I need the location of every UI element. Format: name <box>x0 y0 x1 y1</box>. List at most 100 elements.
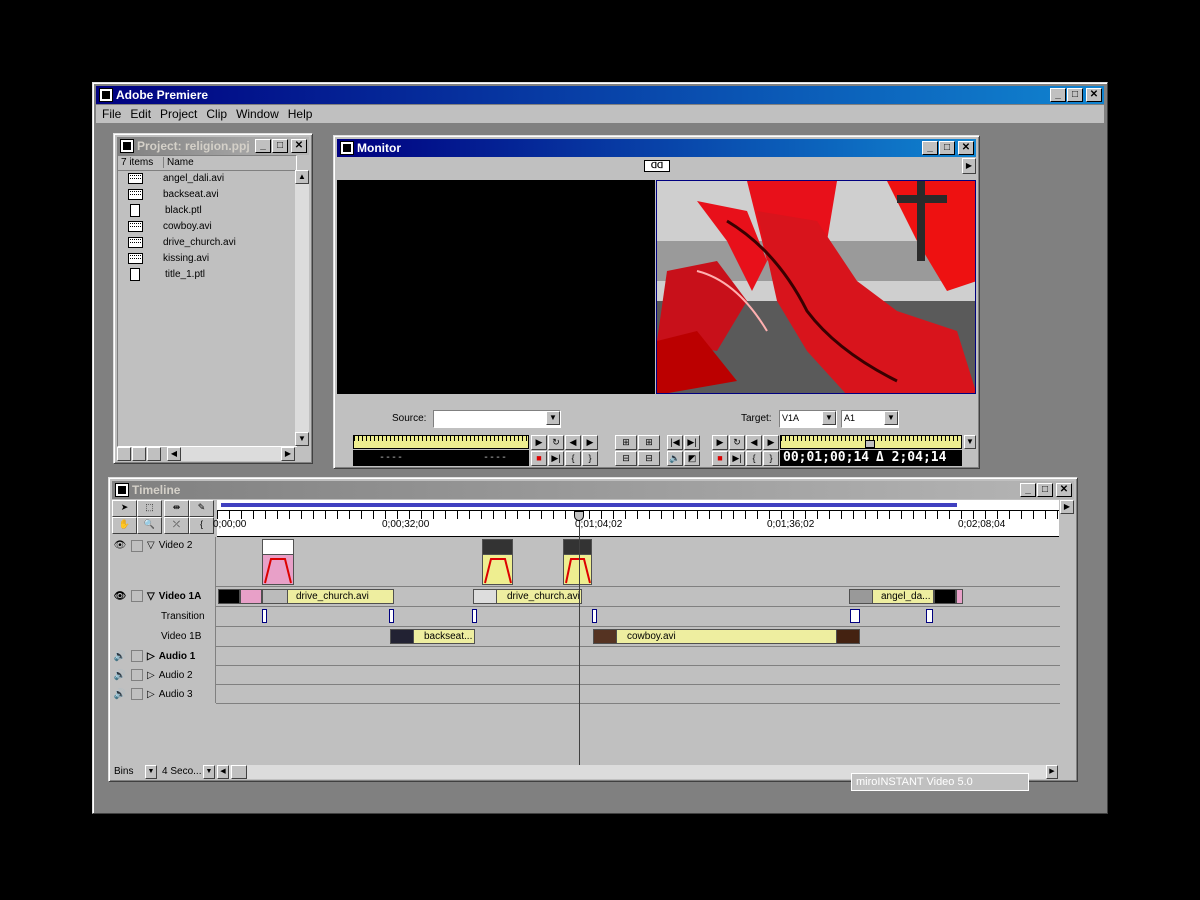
lift-button[interactable]: ⊟ <box>615 451 637 466</box>
zoom-dropdown-arrow[interactable]: ▼ <box>203 765 215 779</box>
program-playhead-handle[interactable] <box>865 440 875 448</box>
source-step-forward-button[interactable]: ▶ <box>582 435 598 450</box>
program-mark-in-button[interactable]: { <box>746 451 762 466</box>
timeline-scroll-right-button[interactable]: ▶ <box>1046 765 1058 779</box>
trim-mode-button[interactable]: ◩ <box>684 451 700 466</box>
transition-marker[interactable] <box>262 609 267 623</box>
insert-button[interactable]: ⊞ <box>615 435 637 450</box>
list-item[interactable]: kissing.avi <box>128 250 209 266</box>
expand-triangle-icon[interactable]: ▽ <box>147 591 155 602</box>
transition-marker[interactable] <box>592 609 597 623</box>
monitor-menu-arrow[interactable]: ▶ <box>962 158 976 174</box>
expand-triangle-icon[interactable]: ▷ <box>147 670 155 681</box>
menu-project[interactable]: Project <box>160 107 197 121</box>
source-stop-button[interactable]: ■ <box>531 451 547 466</box>
transition-marker[interactable] <box>850 609 860 623</box>
selection-tool-icon[interactable]: ➤ <box>112 500 137 517</box>
lock-box[interactable] <box>131 688 143 700</box>
eye-icon[interactable]: 👁 <box>113 540 127 551</box>
source-mark-out-button[interactable]: } <box>582 451 598 466</box>
clip-drive-church-2[interactable]: drive_church.avi <box>473 589 582 604</box>
video2-clip[interactable] <box>482 539 513 585</box>
menu-file[interactable]: File <box>102 107 121 121</box>
target-video-dropdown[interactable]: V1A ▼ <box>779 410 837 428</box>
program-loop-button[interactable]: ↻ <box>729 435 745 450</box>
black-clip[interactable] <box>934 589 956 604</box>
video2-clip[interactable] <box>563 539 592 585</box>
work-area-bar[interactable] <box>217 500 1059 511</box>
transition-marker[interactable] <box>472 609 477 623</box>
clip-angel-dali[interactable]: angel_da... <box>849 589 934 604</box>
source-loop-button[interactable]: ↻ <box>548 435 564 450</box>
black-clip[interactable] <box>218 589 240 604</box>
source-mark-in-button[interactable]: { <box>565 451 581 466</box>
monitor-maximize-button[interactable]: □ <box>939 141 955 155</box>
timeline-menu-arrow[interactable]: ▶ <box>1060 500 1074 514</box>
list-item[interactable]: title_1.ptl <box>128 266 205 282</box>
program-view[interactable] <box>656 180 976 394</box>
timeline-scroll-thumb[interactable] <box>231 765 247 779</box>
source-play-button[interactable]: ▶ <box>531 435 547 450</box>
scroll-down-button[interactable]: ▼ <box>295 432 309 446</box>
maximize-button[interactable]: □ <box>1067 88 1083 102</box>
menu-window[interactable]: Window <box>236 107 279 121</box>
horizontal-scrollbar[interactable] <box>181 447 281 461</box>
audio-toggle-button[interactable]: 🔈 <box>667 451 683 466</box>
track-header-transition[interactable]: Transition <box>113 607 215 625</box>
hand-tool-icon[interactable]: ✋ <box>112 517 137 534</box>
monitor-close-button[interactable]: ✕ <box>958 141 974 155</box>
timeline-scroll-left-button[interactable]: ◀ <box>217 765 229 779</box>
program-stop-button[interactable]: ■ <box>712 451 728 466</box>
speaker-icon[interactable]: 🔊 <box>113 689 127 700</box>
expand-triangle-icon[interactable]: ▽ <box>147 540 155 551</box>
track-header-video2[interactable]: 👁 ▽ Video 2 <box>113 537 215 588</box>
track-header-video1b[interactable]: Video 1B <box>113 627 215 645</box>
source-play-to-out-button[interactable]: ▶| <box>548 451 564 466</box>
previous-edit-button[interactable]: |◀ <box>667 435 683 450</box>
list-item[interactable]: backseat.avi <box>128 186 219 202</box>
pink-clip[interactable] <box>956 589 963 604</box>
lock-box[interactable] <box>131 669 143 681</box>
list-view-button[interactable] <box>147 447 161 461</box>
transition-marker[interactable] <box>926 609 933 623</box>
expand-triangle-icon[interactable]: ▷ <box>147 689 155 700</box>
monitor-mode-badge[interactable]: ᗡᗡ <box>644 160 670 172</box>
program-step-forward-button[interactable]: ▶ <box>763 435 779 450</box>
pink-clip[interactable] <box>240 589 262 604</box>
program-step-back-button[interactable]: ◀ <box>746 435 762 450</box>
timeline-close-button[interactable]: ✕ <box>1056 483 1072 497</box>
project-minimize-button[interactable]: _ <box>255 139 271 153</box>
zoom-level[interactable]: 4 Seco... <box>162 766 201 777</box>
program-mark-out-button[interactable]: } <box>763 451 779 466</box>
clip-backseat[interactable]: backseat... <box>390 629 475 644</box>
program-menu-arrow[interactable]: ▼ <box>964 435 976 449</box>
playhead-handle[interactable] <box>574 511 584 521</box>
timeline-minimize-button[interactable]: _ <box>1020 483 1036 497</box>
source-jog-bar[interactable] <box>353 435 529 449</box>
chevron-down-icon[interactable]: ▼ <box>546 411 560 425</box>
lock-box[interactable] <box>131 590 143 602</box>
overlay-button[interactable]: ⊞ <box>638 435 660 450</box>
clip-drive-church-1[interactable]: drive_church.avi <box>262 589 394 604</box>
close-button[interactable]: ✕ <box>1086 88 1102 102</box>
razor-tool-icon[interactable]: ✎ <box>189 500 214 517</box>
name-column-header[interactable]: Name <box>163 157 194 168</box>
monitor-minimize-button[interactable]: _ <box>922 141 938 155</box>
menu-clip[interactable]: Clip <box>206 107 227 121</box>
eye-icon[interactable]: 👁 <box>113 591 127 602</box>
timeline-titlebar[interactable]: Timeline _ □ ✕ <box>112 481 1074 499</box>
project-titlebar[interactable]: Project: religion.ppj _ □ ✕ <box>117 137 309 155</box>
track-header-video1a[interactable]: 👁 ▽ Video 1A <box>113 587 215 605</box>
speaker-icon[interactable]: 🔊 <box>113 651 127 662</box>
monitor-titlebar[interactable]: Monitor _ □ ✕ <box>337 139 976 157</box>
speaker-icon[interactable]: 🔊 <box>113 670 127 681</box>
track-header-audio1[interactable]: 🔊 ▷ Audio 1 <box>113 647 215 665</box>
work-area-range[interactable] <box>221 503 957 507</box>
list-item[interactable]: cowboy.avi <box>128 218 212 234</box>
playhead-line[interactable] <box>579 511 580 765</box>
extract-button[interactable]: ⊟ <box>638 451 660 466</box>
in-out-tool-icon[interactable]: { <box>189 517 214 534</box>
video2-clip[interactable] <box>262 539 294 585</box>
icon-view-button[interactable] <box>117 447 131 461</box>
bins-dropdown-arrow[interactable]: ▼ <box>145 765 157 779</box>
